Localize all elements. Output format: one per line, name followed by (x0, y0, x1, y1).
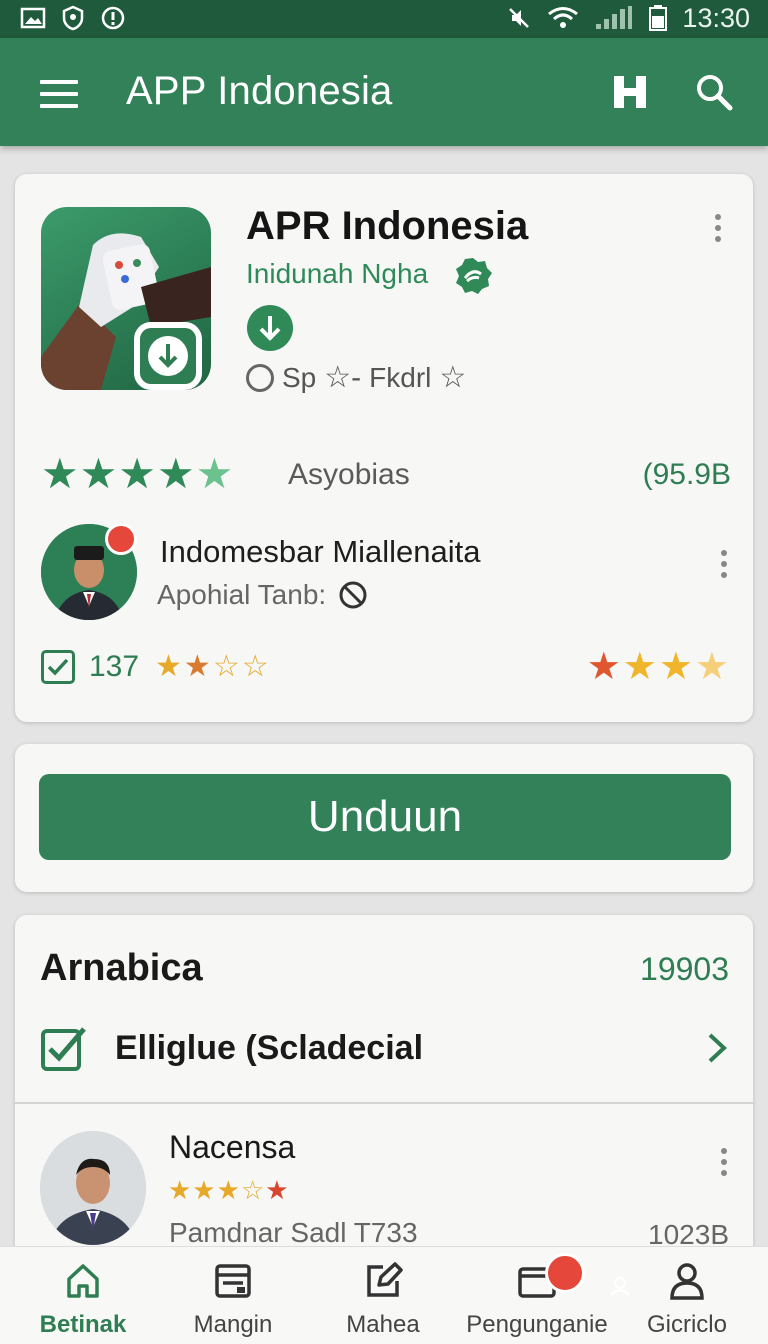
mute-icon (509, 8, 530, 28)
inbox-icon (215, 1264, 251, 1298)
edit-check-icon (41, 1027, 86, 1071)
reviewer-subtitle-row: Apohial Tanb: (157, 579, 368, 611)
download-card: Unduun (15, 744, 753, 892)
section-item-label: Elliglue (Scladecial (115, 1029, 424, 1067)
nav-item-folder[interactable]: Pengunganie (462, 1247, 630, 1344)
divider (15, 1102, 753, 1104)
info-circle-icon (101, 6, 125, 30)
nav-item-home[interactable]: Betinak (8, 1247, 158, 1344)
image-icon (20, 7, 46, 29)
nav-item-profile[interactable]: Gicriclo (612, 1247, 762, 1344)
nav-item-inbox[interactable]: Mangin (158, 1247, 308, 1344)
nav-item-edit[interactable]: Mahea (308, 1247, 458, 1344)
profile-icon (670, 1263, 704, 1300)
app-detail-card: APR Indonesia Inidunah Ngha Sp ☆- Fkdrl … (15, 174, 753, 722)
section-title: Arnabica (40, 947, 203, 989)
section-list-item[interactable]: Elliglue (Scladecial (40, 1023, 730, 1073)
stat-count: 137 (89, 650, 140, 683)
avatar[interactable] (40, 1131, 146, 1245)
app-icon-artwork (41, 233, 211, 390)
gold-rating-stars: ★★★★ (586, 646, 731, 688)
bottom-navigation: Betinak Mangin Mahea Pengunganie Gicricl… (0, 1246, 768, 1344)
second-name: Nacensa (169, 1129, 296, 1165)
battery-icon (649, 5, 668, 31)
wifi-icon (548, 7, 579, 28)
home-icon (67, 1264, 99, 1298)
rating-row: ★★★★★ Asyobias (95.9B (41, 452, 731, 498)
bookmark-icon[interactable] (610, 72, 650, 112)
meta-text-2: Fkdrl (369, 362, 432, 393)
developer-name[interactable]: Inidunah Ngha (246, 258, 428, 290)
download-button[interactable]: Unduun (39, 774, 731, 860)
app-bar: APP Indonesia (0, 38, 768, 146)
nav-label: Betinak (39, 1311, 127, 1338)
star-outline-icon: ☆- (324, 361, 362, 394)
search-icon[interactable] (694, 72, 734, 112)
notification-badge (105, 523, 137, 555)
nav-label: Mangin (193, 1311, 273, 1338)
more-options-icon[interactable] (715, 214, 723, 247)
chevron-right-icon (704, 1031, 730, 1074)
rating-label: Asyobias (288, 458, 410, 491)
status-time: 13:30 (682, 3, 750, 33)
rating-count: (95.9B (642, 458, 731, 491)
nav-label: Gicriclo (646, 1311, 727, 1338)
checkbox-icon[interactable] (41, 650, 75, 684)
shield-icon (62, 5, 84, 31)
star-outline-icon: ☆ (439, 361, 467, 394)
verified-badge-icon (456, 258, 492, 294)
app-title: APR Indonesia (246, 204, 529, 248)
edit-icon (367, 1262, 403, 1297)
menu-icon[interactable] (40, 80, 78, 108)
stats-row: 137 ★★☆☆ ★★★★ (41, 648, 731, 688)
section-card: Arnabica 19903 Elliglue (Scladecial Nace… (15, 915, 753, 1255)
small-rating-stars: ★★☆☆ (155, 650, 271, 683)
nav-label: Pengunganie (466, 1311, 608, 1338)
second-rating-stars: ★★★☆★ (168, 1175, 290, 1205)
meta-row: Sp ☆- Fkdrl ☆ (246, 362, 466, 394)
reviewer-subtitle: Apohial Tanb: (157, 579, 327, 610)
nav-label: Mahea (346, 1311, 420, 1338)
second-subtitle: Pamdnar Sadl T733 (169, 1217, 418, 1248)
person-avatar-image (40, 1131, 146, 1245)
app-bar-title: APP Indonesia (126, 69, 393, 113)
reviewer-name: Indomesbar Miallenaita (160, 534, 481, 569)
download-circle-icon[interactable] (246, 304, 294, 352)
more-options-icon[interactable] (721, 550, 729, 583)
section-count: 19903 (640, 951, 729, 987)
signal-icon (596, 6, 633, 29)
status-bar: 13:30 (0, 0, 768, 38)
app-icon[interactable] (41, 207, 211, 390)
meta-text: Sp (282, 362, 317, 393)
more-options-icon[interactable] (721, 1148, 729, 1181)
rating-stars: ★★★★★ (41, 450, 235, 497)
circle-icon (246, 364, 274, 392)
notification-badge (545, 1253, 630, 1296)
blocked-icon[interactable] (338, 580, 368, 610)
